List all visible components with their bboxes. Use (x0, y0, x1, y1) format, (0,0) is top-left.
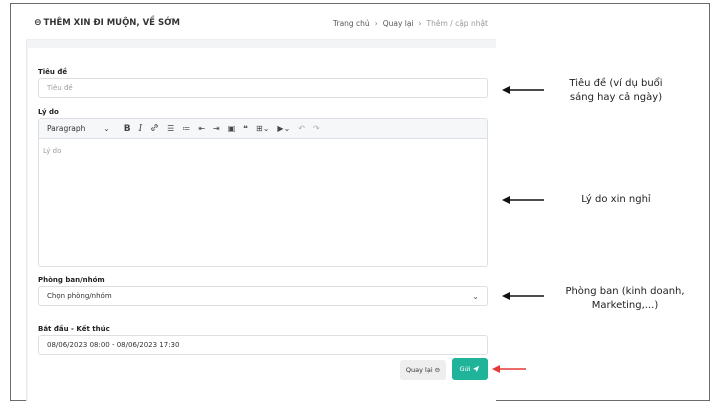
department-note-line2: Marketing,...) (591, 300, 659, 311)
title-note-line2: sáng hay cả ngày) (569, 92, 663, 103)
breadcrumb-home[interactable]: Trang chủ (333, 19, 370, 28)
table-icon[interactable]: ⊞⌄ (256, 124, 269, 133)
department-note: Phòng ban (kinh doanh, Marketing,...) (550, 285, 700, 313)
reason-editor-body[interactable]: Lý do (39, 139, 487, 163)
breadcrumb-separator: › (418, 19, 422, 28)
chevron-down-icon: ⌄ (472, 291, 479, 301)
paper-plane-icon (473, 365, 480, 373)
reason-label: Lý do (38, 108, 59, 116)
image-icon[interactable]: ▣ (228, 124, 236, 133)
quote-icon[interactable]: ❝ (243, 124, 248, 133)
arrow-left-icon (502, 86, 544, 94)
indent-icon[interactable]: ⇥ (213, 124, 220, 133)
link-icon[interactable] (150, 123, 159, 134)
arrow-left-icon (492, 365, 526, 373)
breadcrumb-back[interactable]: Quay lại (383, 19, 414, 28)
numbered-list-icon[interactable]: ≔ (182, 124, 190, 133)
department-select-value: Chọn phòng/nhóm (47, 292, 112, 300)
reason-note: Lý do xin nghỉ (581, 194, 651, 205)
media-icon[interactable]: ▶⌄ (277, 124, 290, 133)
circle-arrow-left-icon[interactable]: ⊖ (34, 18, 42, 28)
department-select[interactable]: Chọn phòng/nhóm ⌄ (38, 286, 488, 306)
outdent-icon[interactable]: ⇤ (198, 124, 205, 133)
time-range-input[interactable]: 08/06/2023 08:00 - 08/06/2023 17:30 (38, 335, 488, 355)
title-note: Tiêu đề (ví dụ buổi sáng hay cả ngày) (556, 77, 676, 105)
department-label: Phòng ban/nhóm (38, 276, 105, 284)
send-button[interactable]: Gửi (452, 358, 488, 380)
paragraph-select[interactable]: Paragraph ⌄ (47, 124, 110, 133)
reason-editor[interactable]: Paragraph ⌄ B I ☰ ≔ ⇤ ⇥ ▣ ❝ ⊞⌄ ▶⌄ ↶ ↷ Lý… (38, 118, 488, 267)
title-input[interactable] (47, 84, 479, 92)
breadcrumb: Trang chủ › Quay lại › Thêm / cập nhật (333, 19, 488, 28)
title-label: Tiêu đề (38, 68, 68, 76)
back-button-label: Quay lại (405, 366, 433, 374)
editor-toolbar: Paragraph ⌄ B I ☰ ≔ ⇤ ⇥ ▣ ❝ ⊞⌄ ▶⌄ ↶ ↷ (39, 119, 487, 139)
page-title: ⊖ THÊM XIN ĐI MUỘN, VỀ SỚM (34, 18, 180, 28)
send-button-label: Gửi (459, 365, 471, 373)
italic-button[interactable]: I (139, 124, 143, 134)
breadcrumb-separator: › (374, 19, 378, 28)
title-input-box[interactable] (38, 78, 488, 98)
page-title-text: THÊM XIN ĐI MUỘN, VỀ SỚM (43, 18, 180, 28)
breadcrumb-current: Thêm / cập nhật (426, 19, 488, 28)
chevron-down-icon: ⌄ (103, 124, 110, 133)
time-range-label: Bắt đầu - Kết thúc (38, 325, 110, 333)
department-note-line1: Phòng ban (kinh doanh, (565, 286, 685, 297)
table-glyph: ⊞ (256, 124, 263, 133)
arrow-left-icon (502, 196, 544, 204)
paragraph-select-label: Paragraph (47, 124, 86, 133)
arrow-left-icon (502, 292, 544, 300)
circle-arrow-left-icon: ⊖ (434, 366, 441, 374)
bullet-list-icon[interactable]: ☰ (167, 124, 174, 133)
time-range-value: 08/06/2023 08:00 - 08/06/2023 17:30 (47, 341, 180, 349)
chevron-down-icon: ⌄ (283, 124, 291, 133)
redo-icon[interactable]: ↷ (313, 124, 320, 133)
title-note-line1: Tiêu đề (ví dụ buổi (569, 78, 663, 89)
undo-icon[interactable]: ↶ (298, 124, 305, 133)
bold-button[interactable]: B (124, 124, 131, 134)
chevron-down-icon: ⌄ (262, 124, 270, 133)
back-button[interactable]: Quay lại ⊖ (400, 360, 446, 380)
